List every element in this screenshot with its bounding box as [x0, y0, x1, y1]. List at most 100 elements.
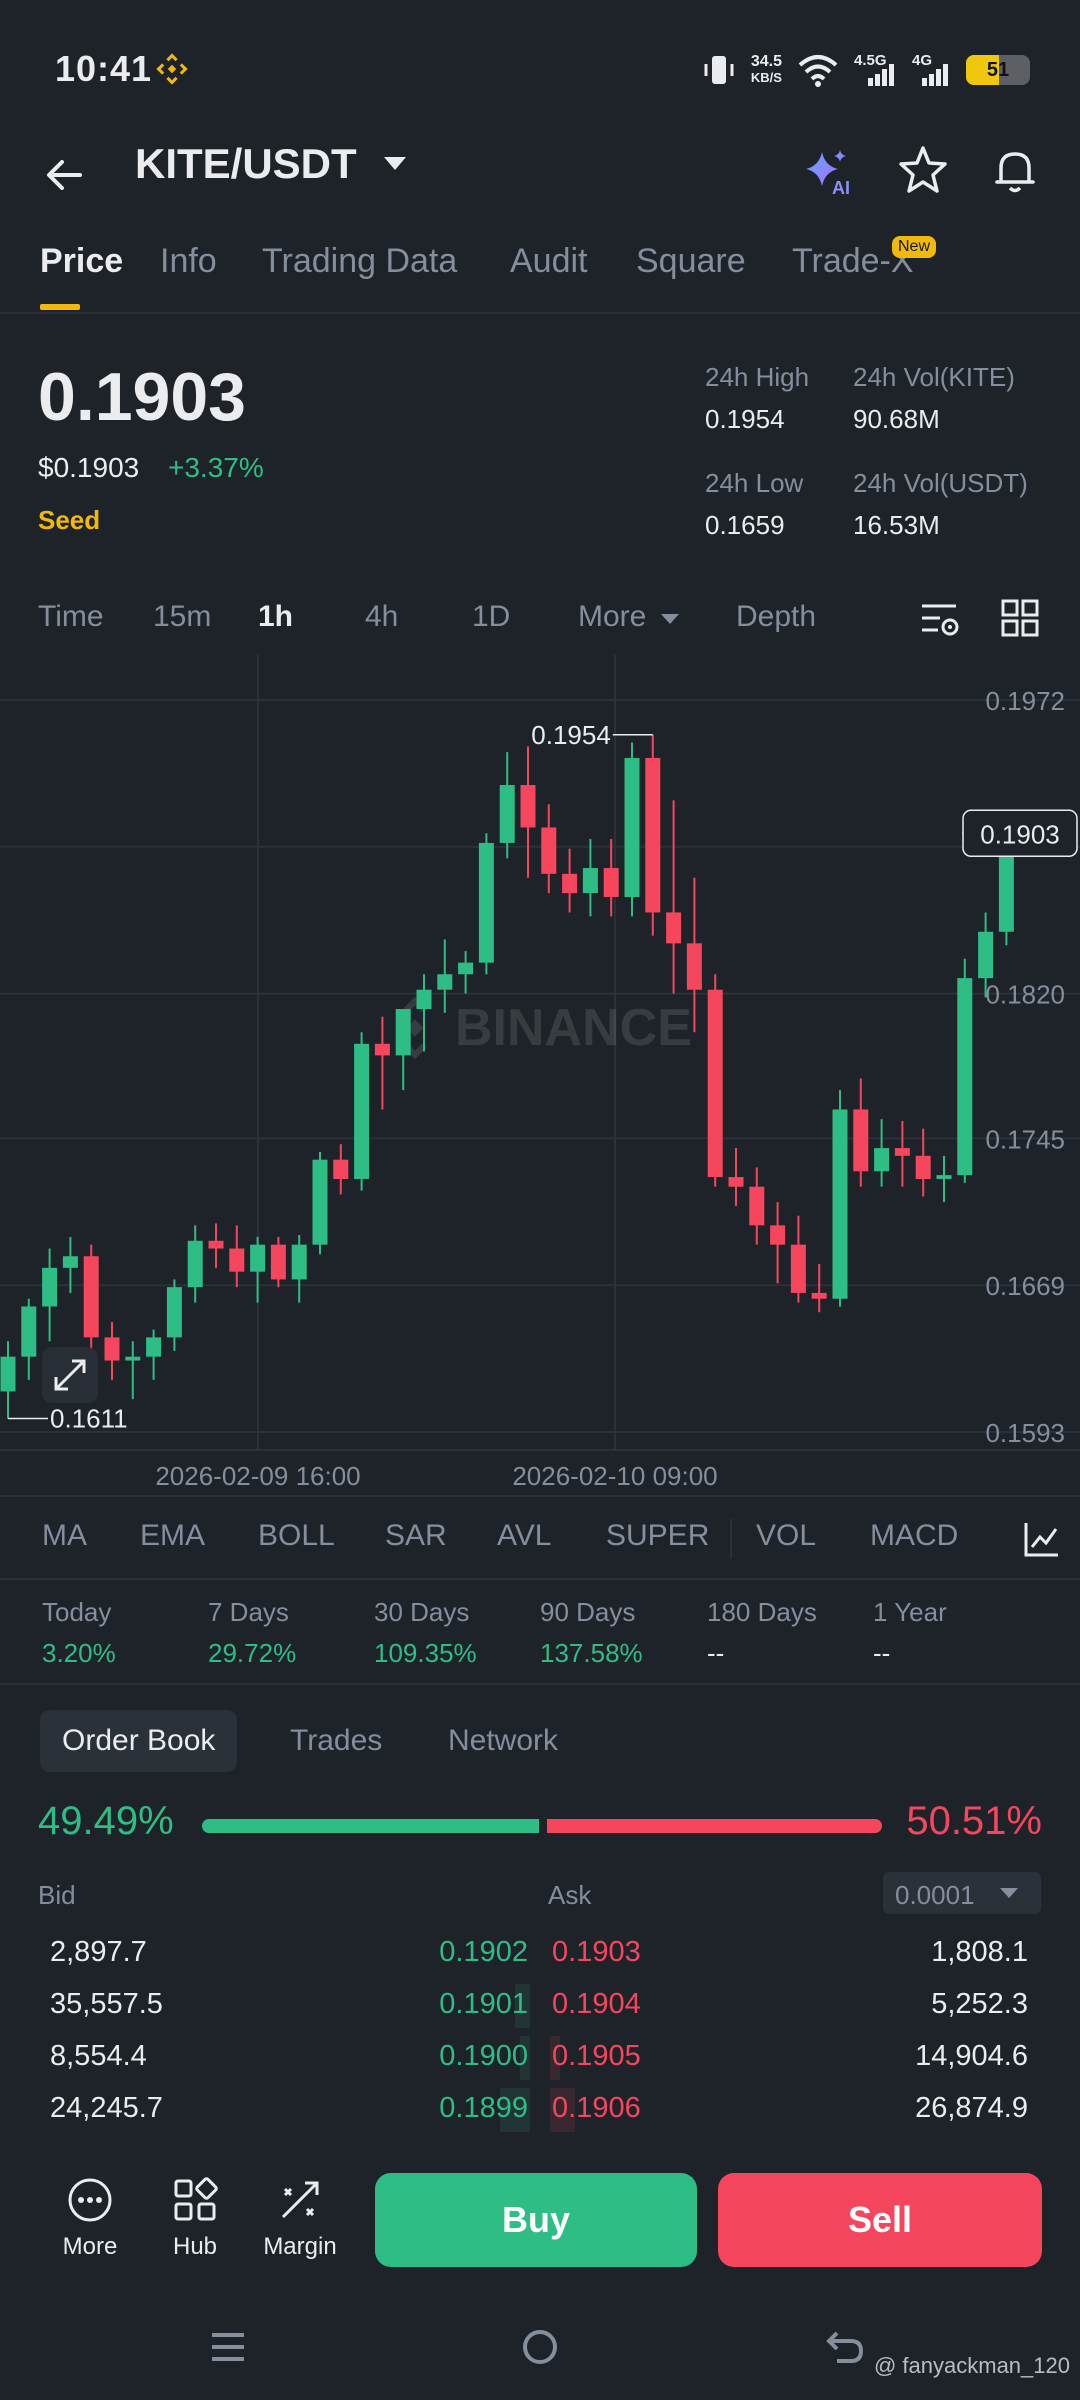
precision-value: 0.0001 [895, 1880, 975, 1910]
indicator-settings-icon[interactable] [1022, 1519, 1062, 1559]
precision-selector[interactable]: 0.0001 [883, 1872, 1041, 1914]
candle-body [125, 1356, 141, 1361]
back-arrow-icon[interactable] [40, 150, 90, 200]
candle-body [811, 1292, 827, 1299]
indicator-ema[interactable]: EMA [140, 1519, 205, 1553]
indicator-divider [730, 1519, 732, 1559]
bid-price: 0.1899 [439, 2092, 528, 2124]
candles [0, 734, 1014, 1419]
candle-body [749, 1186, 765, 1226]
tab-square[interactable]: Square [636, 242, 746, 281]
order-book-row[interactable]: 35,557.5 0.1901 0.1904 5,252.3 [0, 1980, 1080, 2032]
tab-order-book[interactable]: Order Book [40, 1710, 238, 1772]
candle-body [146, 1337, 162, 1357]
candle-body [83, 1256, 99, 1338]
y-tick-label: 0.1820 [985, 980, 1065, 1010]
candle-body [374, 1043, 390, 1056]
candle-body [686, 943, 702, 990]
header: KITE/USDT AI [0, 130, 1080, 230]
ai-sparkle-icon [806, 150, 846, 186]
order-book-row[interactable]: 2,897.7 0.1902 0.1903 1,808.1 [0, 1928, 1080, 1980]
last-price: 0.1903 [38, 359, 246, 435]
interval-15m[interactable]: 15m [153, 600, 211, 634]
home-icon[interactable] [520, 2327, 560, 2367]
indicator-ma[interactable]: MA [42, 1519, 87, 1553]
candle-body [437, 974, 453, 990]
chart-settings-icon[interactable] [918, 598, 960, 640]
candle-body [624, 757, 640, 898]
tab-network[interactable]: Network [448, 1710, 558, 1772]
bid-qty: 8,554.4 [50, 2040, 147, 2072]
interval-time[interactable]: Time [38, 600, 104, 634]
status-time: 10:41 [55, 48, 153, 89]
margin-button[interactable]: Margin [255, 2175, 345, 2261]
indicator-vol[interactable]: VOL [756, 1519, 816, 1553]
indicator-sar[interactable]: SAR [385, 1519, 447, 1553]
more-caret-icon[interactable] [660, 612, 680, 626]
vol-quote-label: 24h Vol(USDT) [853, 468, 1028, 498]
candle-body [416, 989, 432, 1010]
tab-info[interactable]: Info [160, 242, 217, 281]
tab-audit[interactable]: Audit [510, 242, 588, 281]
interval-4h[interactable]: 4h [365, 600, 398, 634]
back-nav-icon[interactable] [825, 2327, 867, 2369]
candle-body [666, 912, 682, 944]
high-value: 0.1954 [705, 404, 785, 434]
fullscreen-button[interactable] [42, 1347, 98, 1403]
binance-logo-icon [156, 53, 188, 85]
min-price-label: 0.1611 [50, 1403, 128, 1433]
indicator-bar: MA EMA BOLL SAR AVL SUPER VOL MACD [0, 1495, 1080, 1580]
bid-ask-ratio: 49.49% 50.51% [0, 1795, 1080, 1855]
indicator-super[interactable]: SUPER [606, 1519, 709, 1553]
interval-more[interactable]: More [578, 600, 646, 634]
watermark-text: BINANCE [455, 999, 692, 1057]
seed-tag[interactable]: Seed [38, 505, 100, 536]
buy-button[interactable]: Buy [375, 2173, 697, 2267]
ask-price: 0.1906 [552, 2092, 641, 2124]
candlestick-chart[interactable]: BINANCE 0.1972 0.1820 0.1745 0.1669 0.1593 2… [0, 655, 1080, 1495]
main-tabs: Price Info Trading Data Audit Square Tra… [0, 230, 1080, 314]
layout-grid-icon[interactable] [1000, 598, 1040, 638]
low-label: 24h Low [705, 468, 804, 498]
candle-body [957, 978, 973, 1176]
max-price-label: 0.1954 [531, 720, 611, 750]
vol-quote-value: 16.53M [853, 510, 940, 540]
order-book-row[interactable]: 8,554.4 0.1900 0.1905 14,904.6 [0, 2032, 1080, 2084]
signal-4g-icon: 4G [912, 52, 952, 88]
order-book-row[interactable]: 24,245.7 0.1899 0.1906 26,874.9 [0, 2084, 1080, 2136]
bid-ratio: 49.49% [38, 1799, 174, 1843]
y-tick-label: 0.1972 [985, 686, 1065, 716]
y-tick-label: 0.1745 [985, 1124, 1065, 1154]
indicator-avl[interactable]: AVL [497, 1519, 551, 1553]
bell-alert-icon[interactable] [987, 142, 1043, 198]
interval-1h[interactable]: 1h [258, 600, 293, 634]
candle-body [270, 1244, 286, 1280]
candle-body [603, 868, 619, 898]
interval-1d[interactable]: 1D [472, 600, 510, 634]
sell-button[interactable]: Sell [718, 2173, 1042, 2267]
ai-label: AI [832, 178, 850, 198]
candle-body [582, 868, 598, 894]
tab-price[interactable]: Price [40, 242, 123, 281]
hub-button[interactable]: Hub [150, 2175, 240, 2261]
recents-icon[interactable] [208, 2327, 248, 2367]
more-button[interactable]: More [45, 2175, 135, 2261]
candle-body [333, 1159, 349, 1179]
bid-price: 0.1900 [439, 2040, 528, 2072]
star-favorite-icon[interactable] [895, 142, 951, 198]
caret-down-icon[interactable] [382, 154, 408, 174]
pair-selector[interactable]: KITE/USDT [135, 140, 357, 188]
ask-qty: 26,874.9 [915, 2092, 1028, 2124]
candle-body [354, 1043, 370, 1179]
indicator-boll[interactable]: BOLL [258, 1519, 335, 1553]
ai-assistant-button[interactable]: AI [800, 144, 860, 204]
tab-trades[interactable]: Trades [290, 1710, 382, 1772]
tab-trading-data[interactable]: Trading Data [262, 242, 457, 281]
active-tab-indicator [40, 304, 80, 310]
bid-qty: 35,557.5 [50, 1988, 163, 2020]
ask-qty: 14,904.6 [915, 2040, 1028, 2072]
candle-body [562, 873, 578, 894]
candle-body [62, 1256, 78, 1268]
indicator-macd[interactable]: MACD [870, 1519, 958, 1553]
interval-depth[interactable]: Depth [736, 600, 816, 634]
